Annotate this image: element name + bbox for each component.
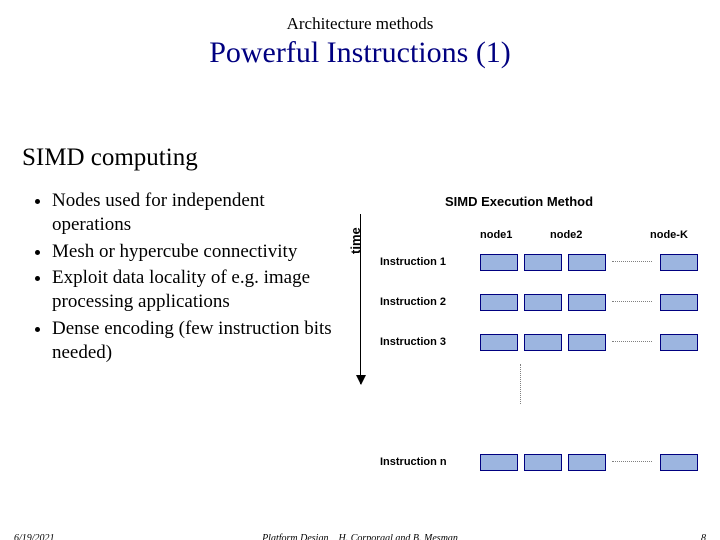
node-box bbox=[660, 334, 698, 351]
bullet-item: Exploit data locality of e.g. image proc… bbox=[52, 266, 344, 315]
bullet-item: Mesh or hypercube connectivity bbox=[52, 240, 344, 264]
node-box bbox=[524, 334, 562, 351]
slide: Architecture methods Powerful Instructio… bbox=[0, 14, 720, 540]
node-box bbox=[568, 454, 606, 471]
row-label: Instruction 3 bbox=[380, 336, 446, 348]
node-box bbox=[480, 334, 518, 351]
ellipsis-horizontal bbox=[612, 261, 652, 262]
footer-page-number: 8 bbox=[701, 533, 706, 540]
node-box bbox=[480, 454, 518, 471]
node-box bbox=[660, 294, 698, 311]
node-box bbox=[480, 254, 518, 271]
footer-center-b: H. Corporaal and B. Mesman bbox=[338, 533, 457, 540]
row-label: Instruction n bbox=[380, 456, 447, 468]
node-box bbox=[568, 334, 606, 351]
row-label: Instruction 1 bbox=[380, 256, 446, 268]
node-box bbox=[660, 254, 698, 271]
footer-center: Platform Design H. Corporaal and B. Mesm… bbox=[0, 533, 720, 540]
footer-center-a: Platform Design bbox=[262, 533, 328, 540]
col-header-nodek: node-K bbox=[650, 229, 688, 241]
node-box bbox=[480, 294, 518, 311]
node-box bbox=[568, 254, 606, 271]
bullet-item: Dense encoding (few instruction bits nee… bbox=[52, 317, 344, 366]
row-label: Instruction 2 bbox=[380, 296, 446, 308]
time-arrow-line bbox=[360, 214, 361, 384]
ellipsis-horizontal bbox=[612, 461, 652, 462]
section-heading: SIMD computing bbox=[22, 144, 198, 172]
col-header-node2: node2 bbox=[550, 229, 582, 241]
node-box bbox=[524, 294, 562, 311]
ellipsis-horizontal bbox=[612, 341, 652, 342]
ellipsis-horizontal bbox=[612, 301, 652, 302]
slide-title: Powerful Instructions (1) bbox=[0, 36, 720, 70]
ellipsis-vertical bbox=[520, 364, 521, 404]
arrow-down-icon bbox=[356, 375, 366, 385]
node-box bbox=[524, 254, 562, 271]
node-box bbox=[568, 294, 606, 311]
super-title: Architecture methods bbox=[0, 14, 720, 34]
node-box bbox=[660, 454, 698, 471]
simd-diagram: SIMD Execution Method time node1 node2 n… bbox=[350, 194, 710, 504]
bullet-item: Nodes used for independent operations bbox=[52, 189, 344, 238]
node-box bbox=[524, 454, 562, 471]
time-arrow bbox=[360, 214, 361, 384]
col-header-node1: node1 bbox=[480, 229, 512, 241]
bullet-list: Nodes used for independent operations Me… bbox=[34, 189, 344, 367]
diagram-title: SIMD Execution Method bbox=[445, 194, 593, 209]
